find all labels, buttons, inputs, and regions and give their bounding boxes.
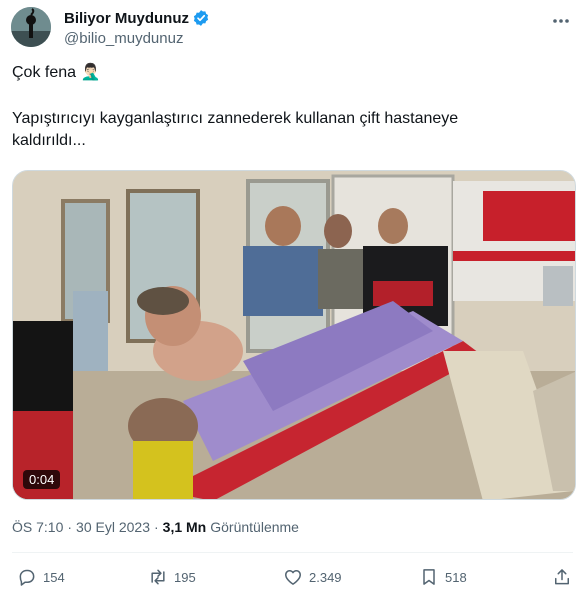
reply-icon xyxy=(19,569,35,586)
retweet-icon xyxy=(151,569,165,585)
action-bar: 154 195 2.349 518 xyxy=(12,565,572,589)
share-button[interactable] xyxy=(552,565,572,589)
bookmark-icon xyxy=(423,569,435,585)
tweet-time[interactable]: ÖS 7:10 xyxy=(12,519,63,535)
retweet-count: 195 xyxy=(174,569,196,585)
tweet-text-line1: Çok fena 🤦🏻‍♂️ xyxy=(12,64,101,81)
reply-count: 154 xyxy=(43,569,65,585)
author-names: Biliyor Muydunuz @bilio_muydunuz xyxy=(64,8,210,47)
display-name[interactable]: Biliyor Muydunuz xyxy=(64,10,189,27)
tweet-date[interactable]: 30 Eyl 2023 xyxy=(76,519,150,535)
tweet-meta: ÖS 7:10 · 30 Eyl 2023 · 3,1 Mn Görüntüle… xyxy=(12,519,299,535)
like-icon xyxy=(285,570,301,585)
video-duration: 0:04 xyxy=(23,470,61,489)
handle[interactable]: @bilio_muydunuz xyxy=(64,30,210,47)
meta-separator: · xyxy=(67,519,73,535)
video-frame xyxy=(13,171,575,499)
reply-button[interactable]: 154 xyxy=(17,565,65,589)
tweet-text-line2: Yapıştırıcıyı kayganlaştırıcı zannederek… xyxy=(12,110,459,149)
tweet-header: Biliyor Muydunuz @bilio_muydunuz xyxy=(11,7,571,51)
verified-icon xyxy=(192,9,210,27)
retweet-button[interactable]: 195 xyxy=(148,565,196,589)
divider xyxy=(12,552,573,553)
meta-separator: · xyxy=(154,519,159,535)
like-button[interactable]: 2.349 xyxy=(283,565,342,589)
share-icon xyxy=(555,569,569,585)
more-icon[interactable] xyxy=(551,11,571,31)
bookmark-button[interactable]: 518 xyxy=(419,565,467,589)
avatar[interactable] xyxy=(11,7,51,47)
video-player[interactable]: 0:04 xyxy=(12,170,576,500)
bookmark-count: 518 xyxy=(445,569,467,585)
views-count: 3,1 Mn xyxy=(162,519,207,535)
tweet: Biliyor Muydunuz @bilio_muydunuz Çok fen… xyxy=(0,0,585,589)
like-count: 2.349 xyxy=(309,569,342,585)
views-label: Görüntülenme xyxy=(210,519,299,535)
